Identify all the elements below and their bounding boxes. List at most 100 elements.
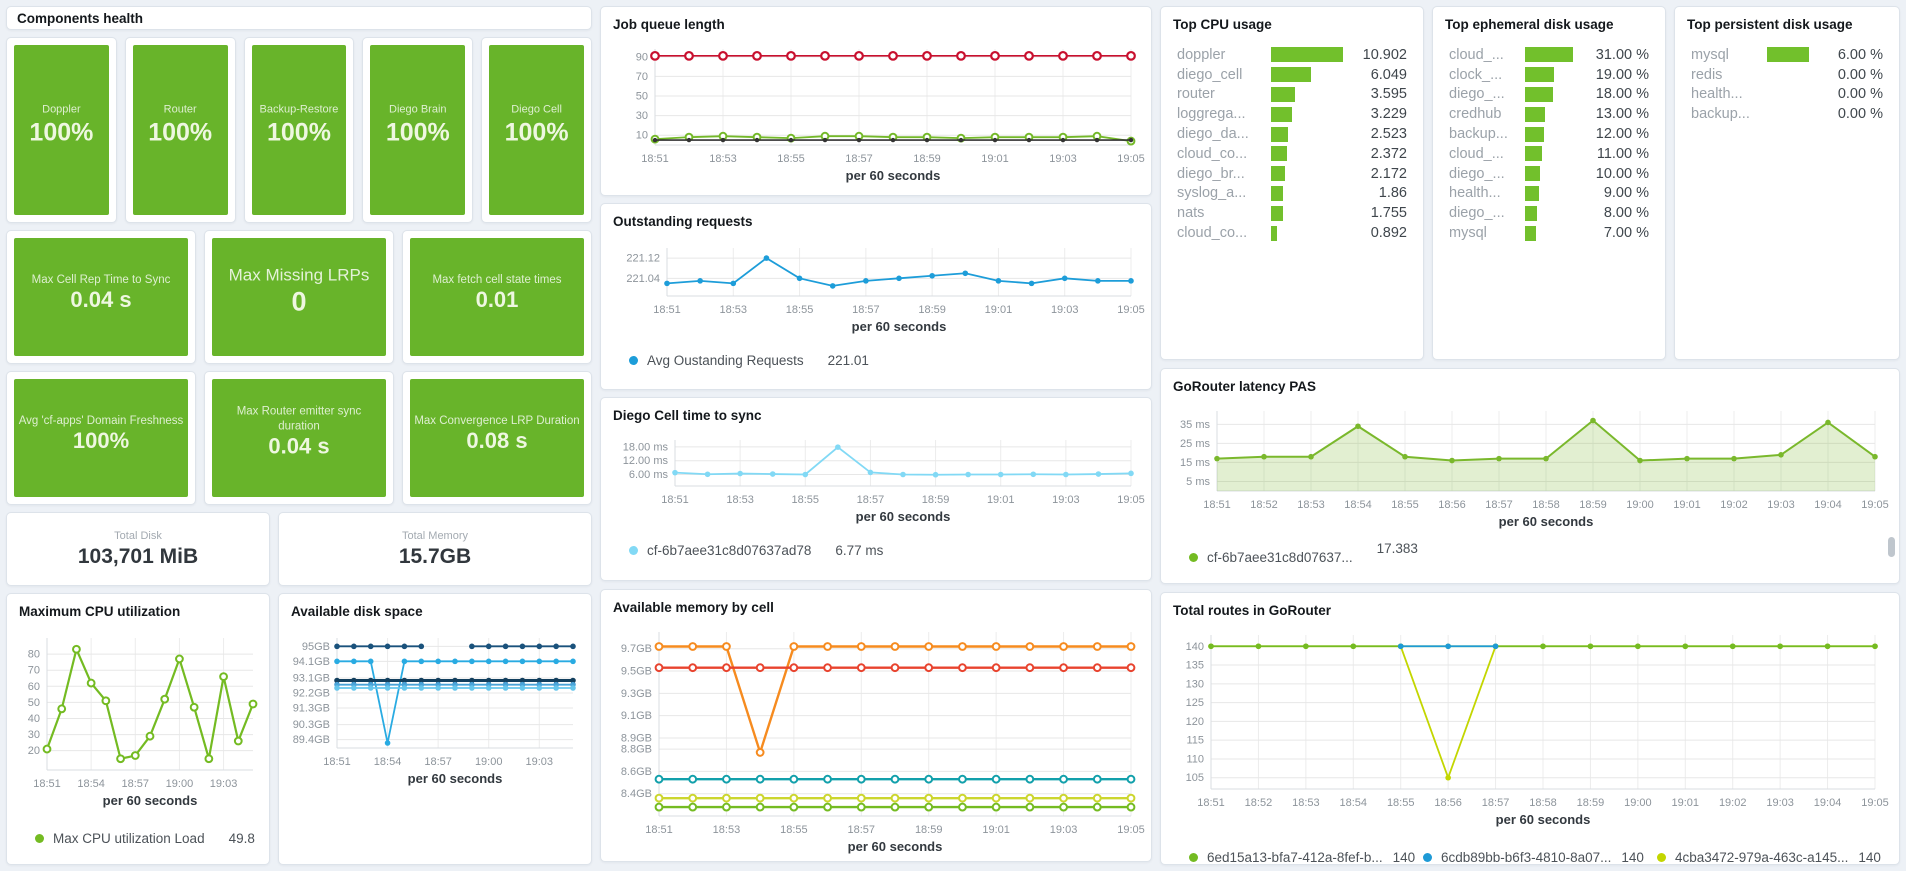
usage-value: 8.00 % (1604, 205, 1649, 221)
svg-text:40: 40 (28, 713, 40, 725)
svg-text:5 ms: 5 ms (1186, 476, 1210, 488)
svg-text:50: 50 (636, 91, 648, 103)
health-tiles-row-2: Max Cell Rep Time to Sync 0.04 s Max Mis… (6, 230, 592, 364)
stat-card: Total Memory 15.7GB (278, 512, 592, 586)
legend-scrollbar[interactable] (1888, 537, 1895, 557)
svg-text:30: 30 (636, 110, 648, 122)
usage-name: diego_... (1449, 166, 1525, 182)
legend-item[interactable]: cf-6b7aee31c8d07637... 17.383 (1189, 550, 1418, 565)
usage-name: diego_br... (1177, 166, 1271, 182)
svg-text:per 60 seconds: per 60 seconds (1496, 812, 1591, 827)
usage-bar (1271, 166, 1285, 181)
usage-name: loggrega... (1177, 106, 1271, 122)
usage-row: diego_da... 2.523 (1177, 124, 1407, 144)
svg-text:18:55: 18:55 (780, 824, 808, 836)
panel-title: Diego Cell time to sync (609, 406, 1143, 428)
svg-text:19:00: 19:00 (166, 778, 194, 790)
usage-name: cloud_co... (1177, 146, 1271, 162)
svg-text:18:59: 18:59 (918, 304, 946, 316)
legend-label: Avg Oustanding Requests (647, 353, 804, 368)
stat-label: Total Memory (402, 530, 468, 542)
usage-value: 3.595 (1371, 86, 1407, 102)
legend-value: 6.77 ms (835, 543, 883, 558)
total-routes-legend: 6ed15a13-bfa7-412a-8fef-b... 140 6cdb89b… (1169, 850, 1891, 865)
total-routes-chart[interactable]: 10511011512012513013514018:5118:5218:531… (1169, 623, 1891, 835)
legend-item[interactable]: Avg Oustanding Requests 221.01 (629, 353, 869, 368)
left-bottom-row: Maximum CPU utilization 2030405060708018… (6, 593, 592, 865)
usage-bar (1525, 47, 1573, 62)
svg-text:18:57: 18:57 (424, 756, 452, 768)
totals-row: Total Disk 103,701 MiB Total Memory 15.7… (6, 512, 592, 586)
usage-bar (1767, 47, 1809, 62)
svg-text:18:55: 18:55 (786, 304, 814, 316)
svg-text:18:52: 18:52 (1245, 797, 1273, 809)
tile-label: Doppler (29, 104, 93, 118)
svg-text:19:01: 19:01 (982, 824, 1010, 836)
legend-color-dot (629, 356, 638, 365)
legend-color-dot (1189, 853, 1198, 862)
svg-text:95GB: 95GB (302, 641, 330, 653)
svg-text:19:02: 19:02 (1720, 499, 1748, 511)
health-tile[interactable]: Max Missing LRPs 0 (204, 230, 394, 364)
svg-text:18:55: 18:55 (1391, 499, 1419, 511)
usage-row: credhub 13.00 % (1449, 104, 1649, 124)
usage-name: clock_... (1449, 67, 1525, 83)
max-cpu-chart[interactable]: 2030405060708018:5118:5418:5719:0019:03p… (15, 624, 263, 816)
health-tile[interactable]: Diego Cell 100% (481, 37, 592, 223)
health-tile[interactable]: Avg 'cf-apps' Domain Freshness 100% (6, 371, 196, 505)
health-tile[interactable]: Backup-Restore 100% (244, 37, 355, 223)
svg-text:19:05: 19:05 (1861, 797, 1889, 809)
usage-name: cloud_... (1449, 146, 1525, 162)
avail-memory-chart[interactable]: 9.7GB9.5GB9.3GB9.1GB8.9GB8.8GB8.6GB8.4GB… (609, 620, 1145, 862)
health-tile[interactable]: Max Convergence LRP Duration 0.08 s (402, 371, 592, 505)
svg-text:135: 135 (1186, 660, 1204, 672)
legend-value: 49.8 (229, 831, 255, 846)
svg-text:8.4GB: 8.4GB (621, 788, 652, 800)
svg-text:18:56: 18:56 (1438, 499, 1466, 511)
diego-sync-chart[interactable]: 6.00 ms12.00 ms18.00 ms18:5118:5318:5518… (609, 428, 1145, 528)
gorouter-latency-chart[interactable]: 5 ms15 ms25 ms35 ms18:5118:5218:5318:541… (1169, 399, 1891, 535)
usage-name: mysql (1691, 47, 1767, 63)
usage-value: 10.902 (1363, 47, 1407, 63)
job-queue-chart[interactable]: 103050709018:5118:5318:5518:5718:5919:01… (609, 37, 1145, 187)
usage-row: loggrega... 3.229 (1177, 104, 1407, 124)
svg-text:130: 130 (1186, 678, 1204, 690)
health-tile[interactable]: Diego Brain 100% (362, 37, 473, 223)
health-tiles-row-3: Avg 'cf-apps' Domain Freshness 100% Max … (6, 371, 592, 505)
usage-row: redis 0.00 % (1691, 65, 1883, 85)
svg-text:50: 50 (28, 697, 40, 709)
svg-text:19:03: 19:03 (210, 778, 238, 790)
svg-text:9.5GB: 9.5GB (621, 666, 652, 678)
legend-item[interactable]: 6cdb89bb-b6f3-4810-8a07... 140 (1423, 850, 1657, 865)
usage-row: doppler 10.902 (1177, 45, 1407, 65)
svg-text:94.1GB: 94.1GB (293, 656, 330, 668)
svg-text:18:51: 18:51 (33, 778, 61, 790)
usage-value: 9.00 % (1604, 185, 1649, 201)
legend-item[interactable]: 6ed15a13-bfa7-412a-8fef-b... 140 (1189, 850, 1423, 865)
svg-text:18:57: 18:57 (848, 824, 876, 836)
health-tile[interactable]: Max Router emitter sync duration 0.04 s (204, 371, 394, 505)
middle-column: Job queue length 103050709018:5118:5318:… (600, 6, 1152, 862)
usage-row: cloud_co... 2.372 (1177, 144, 1407, 164)
svg-text:19:01: 19:01 (987, 494, 1015, 506)
health-tile[interactable]: Max Cell Rep Time to Sync 0.04 s (6, 230, 196, 364)
avail-disk-chart[interactable]: 95GB94.1GB93.1GB92.2GB91.3GB90.3GB89.4GB… (287, 624, 585, 792)
legend-item[interactable]: Max CPU utilization Load 49.8 (35, 831, 255, 846)
legend-item[interactable]: 4cba3472-979a-463c-a145... 140 (1657, 850, 1891, 865)
dashboard: { "panels": { "components": { "title": "… (0, 0, 1906, 871)
legend-item[interactable]: cf-6b7aee31c8d07637ad78 6.77 ms (629, 543, 883, 558)
health-tile[interactable]: Router 100% (125, 37, 236, 223)
health-tile[interactable]: Max fetch cell state times 0.01 (402, 230, 592, 364)
health-tile[interactable]: Doppler 100% (6, 37, 117, 223)
usage-name: health... (1691, 86, 1767, 102)
panel-title: Available disk space (287, 602, 583, 624)
usage-bar (1525, 226, 1536, 241)
usage-panels-row: Top CPU usage doppler 10.902 diego_cell … (1160, 6, 1900, 360)
outstanding-requests-chart[interactable]: 221.04221.1218:5118:5318:5518:5718:5919:… (609, 234, 1145, 338)
usage-bar (1525, 166, 1540, 181)
stat-value: 103,701 MiB (78, 545, 198, 569)
usage-value: 11.00 % (1597, 146, 1649, 162)
health-tile-surface: Backup-Restore 100% (252, 45, 347, 215)
svg-text:19:02: 19:02 (1719, 797, 1747, 809)
svg-text:12.00 ms: 12.00 ms (623, 455, 669, 467)
